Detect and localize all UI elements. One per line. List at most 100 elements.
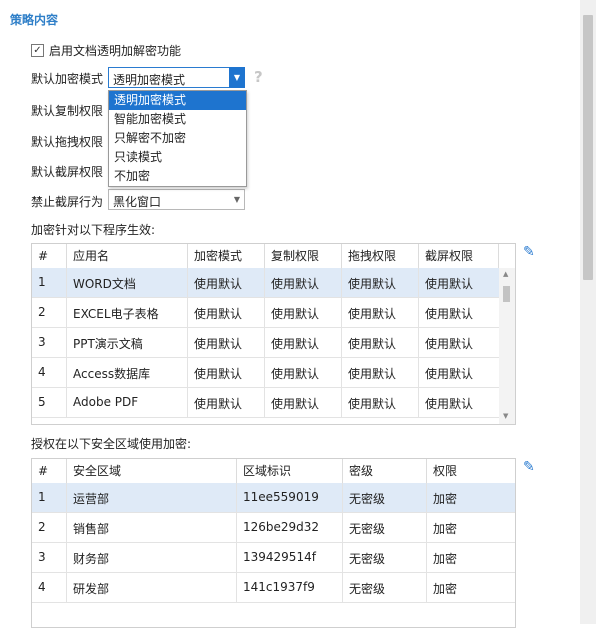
table-cell: 财务部 <box>73 552 110 566</box>
screenshot-permission-label: 默认截屏权限 <box>31 165 104 179</box>
table-cell: Adobe PDF <box>73 395 139 409</box>
table-row[interactable]: 3 财务部 139429514f 无密级 加密 <box>32 543 515 573</box>
table-cell: 使用默认 <box>348 397 397 411</box>
table-cell: 研发部 <box>73 582 110 596</box>
column-divider <box>66 543 67 572</box>
dropdown-option[interactable]: 不加密 <box>109 167 246 186</box>
table-cell: 无密级 <box>349 582 386 596</box>
block-screenshot-value: 黑化窗口 <box>113 195 162 209</box>
pencil-icon[interactable]: ✎ <box>523 460 537 474</box>
column-divider <box>66 268 67 297</box>
column-header[interactable]: # <box>32 459 67 483</box>
column-header[interactable]: 安全区域 <box>67 459 237 483</box>
column-header[interactable]: 加密模式 <box>188 244 265 268</box>
table-cell: 使用默认 <box>194 277 243 291</box>
table-row[interactable]: 1 运营部 11ee559019 无密级 加密 <box>32 483 515 513</box>
column-divider <box>341 358 342 387</box>
column-divider <box>264 298 265 327</box>
column-divider <box>418 358 419 387</box>
column-divider <box>264 268 265 297</box>
chevron-down-icon[interactable]: ▼ <box>229 67 245 88</box>
column-divider <box>236 483 237 512</box>
table-cell: 加密 <box>433 552 458 566</box>
dropdown-option[interactable]: 只解密不加密 <box>109 129 246 148</box>
checkbox-check-icon[interactable]: ✓ <box>31 44 44 57</box>
column-header[interactable]: 权限 <box>427 459 515 483</box>
table-cell: 5 <box>38 395 46 409</box>
table-row[interactable]: 4 Access数据库 使用默认 使用默认 使用默认 使用默认 <box>32 358 499 388</box>
table-row[interactable]: 2 销售部 126be29d32 无密级 加密 <box>32 513 515 543</box>
table-cell: 使用默认 <box>425 397 474 411</box>
table-header: # 安全区域 区域标识 密级 权限 <box>32 459 515 484</box>
column-divider <box>426 573 427 602</box>
table-cell: EXCEL电子表格 <box>73 307 159 321</box>
column-divider <box>342 573 343 602</box>
block-screenshot-select[interactable]: 黑化窗口 ▼ <box>108 189 245 210</box>
table-cell: 1 <box>38 275 46 289</box>
table-cell: 使用默认 <box>425 367 474 381</box>
table-cell: 3 <box>38 550 46 564</box>
table-cell: 使用默认 <box>348 367 397 381</box>
page-scrollbar-thumb[interactable] <box>583 15 593 280</box>
table-cell: 加密 <box>433 522 458 536</box>
table-cell: 运营部 <box>73 492 110 506</box>
table-row[interactable]: 3 PPT演示文稿 使用默认 使用默认 使用默认 使用默认 <box>32 328 499 358</box>
enable-encryption-checkbox[interactable]: ✓ 启用文档透明加解密功能 <box>31 42 181 59</box>
column-divider <box>187 298 188 327</box>
column-divider <box>236 573 237 602</box>
table-cell: 使用默认 <box>425 337 474 351</box>
table-cell: 4 <box>38 580 46 594</box>
column-divider <box>418 268 419 297</box>
table-cell: 1 <box>38 490 46 504</box>
encrypt-mode-select[interactable]: 透明加密模式 ▼ <box>108 67 245 88</box>
column-divider <box>418 328 419 357</box>
column-header[interactable]: 密级 <box>343 459 427 483</box>
pencil-icon[interactable]: ✎ <box>523 245 537 259</box>
table-cell: PPT演示文稿 <box>73 337 143 351</box>
column-divider <box>418 388 419 417</box>
table-cell: 2 <box>38 520 46 534</box>
table-cell: 使用默认 <box>271 337 320 351</box>
column-divider <box>66 388 67 417</box>
table-cell: 无密级 <box>349 492 386 506</box>
enable-encryption-label: 启用文档透明加解密功能 <box>49 44 182 58</box>
column-divider <box>187 268 188 297</box>
scroll-up-icon[interactable]: ▲ <box>503 270 508 278</box>
table-cell: Access数据库 <box>73 367 151 381</box>
table-row[interactable]: 2 EXCEL电子表格 使用默认 使用默认 使用默认 使用默认 <box>32 298 499 328</box>
page-scrollbar[interactable] <box>580 0 596 624</box>
column-header[interactable]: # <box>32 244 67 268</box>
table-row[interactable]: 5 Adobe PDF 使用默认 使用默认 使用默认 使用默认 <box>32 388 499 418</box>
column-divider <box>426 543 427 572</box>
column-divider <box>236 513 237 542</box>
question-icon[interactable]: ? <box>254 68 268 86</box>
column-divider <box>418 298 419 327</box>
column-divider <box>341 388 342 417</box>
column-divider <box>66 483 67 512</box>
column-header[interactable]: 区域标识 <box>237 459 343 483</box>
dropdown-option[interactable]: 透明加密模式 <box>109 91 246 110</box>
column-divider <box>342 513 343 542</box>
encrypt-mode-value: 透明加密模式 <box>113 73 186 87</box>
column-header[interactable]: 复制权限 <box>265 244 342 268</box>
program-table-scrollbar[interactable]: ▲ ▼ <box>499 268 515 424</box>
table-cell: 加密 <box>433 582 458 596</box>
table-cell: 使用默认 <box>271 397 320 411</box>
column-header[interactable]: 应用名 <box>67 244 188 268</box>
column-divider <box>236 543 237 572</box>
scroll-down-icon[interactable]: ▼ <box>503 412 508 420</box>
column-divider <box>66 298 67 327</box>
chevron-down-icon[interactable]: ▼ <box>234 195 240 204</box>
table-row[interactable]: 1 WORD文档 使用默认 使用默认 使用默认 使用默认 <box>32 268 499 298</box>
table-row[interactable]: 4 研发部 141c1937f9 无密级 加密 <box>32 573 515 603</box>
column-divider <box>264 388 265 417</box>
table-cell: 使用默认 <box>194 397 243 411</box>
column-divider <box>187 358 188 387</box>
scrollbar-thumb[interactable] <box>503 286 510 302</box>
dropdown-option[interactable]: 智能加密模式 <box>109 110 246 129</box>
dropdown-option[interactable]: 只读模式 <box>109 148 246 167</box>
column-header[interactable]: 拖拽权限 <box>342 244 419 268</box>
column-header[interactable]: 截屏权限 <box>419 244 499 268</box>
table-cell: 使用默认 <box>194 367 243 381</box>
column-divider <box>187 328 188 357</box>
